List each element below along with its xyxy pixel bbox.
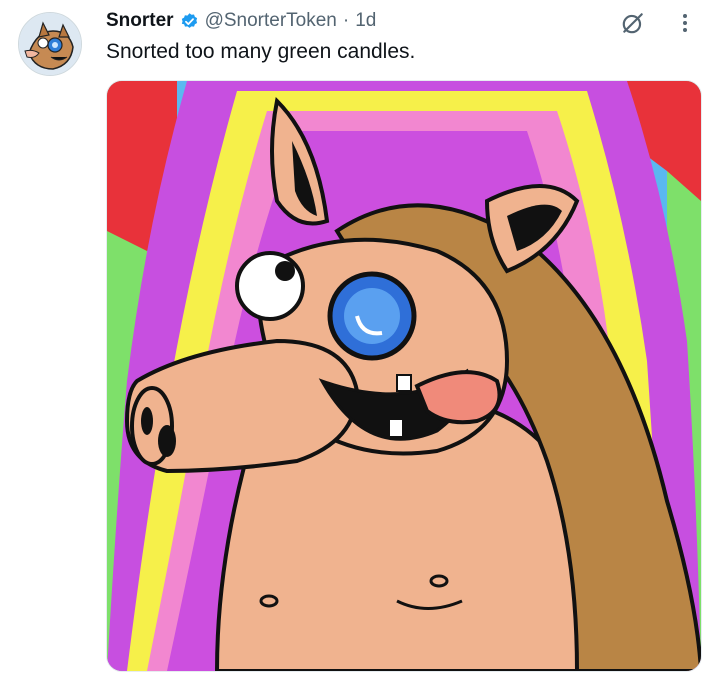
more-vertical-icon (683, 14, 687, 32)
more-options-button[interactable] (670, 8, 700, 38)
avatar-image (19, 13, 81, 75)
grok-button[interactable] (618, 8, 648, 38)
separator-dot: · (342, 10, 350, 31)
author-name[interactable]: Snorter (106, 10, 174, 32)
cartoon-image (107, 81, 701, 671)
author-handle[interactable]: @SnorterToken (205, 10, 337, 32)
grok-icon (622, 13, 643, 34)
timestamp[interactable]: 1d (355, 10, 376, 32)
tweet-header: Snorter @SnorterToken · 1d (106, 8, 376, 34)
avatar[interactable] (18, 12, 82, 76)
tweet-media[interactable] (106, 80, 702, 672)
verified-badge-icon (180, 12, 199, 31)
tweet-text: Snorted too many green candles. (106, 40, 416, 63)
